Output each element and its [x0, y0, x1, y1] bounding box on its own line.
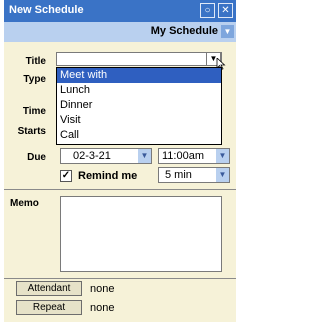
title-options-list: Meet with Lunch Dinner Visit Call [56, 67, 222, 145]
repeat-value: none [90, 302, 115, 314]
remind-label: Remind me [78, 170, 138, 182]
dropdown-option[interactable]: Lunch [57, 83, 221, 98]
dropdown-option[interactable]: Visit [57, 113, 221, 128]
due-label: Due [27, 152, 46, 163]
dropdown-option[interactable]: Dinner [57, 98, 221, 113]
divider [4, 189, 236, 190]
schedule-header: My Schedule ▼ [4, 22, 236, 42]
memo-textarea[interactable] [60, 196, 222, 272]
close-button[interactable]: ✕ [218, 3, 233, 18]
title-label: Title [25, 56, 46, 67]
window-title: New Schedule [9, 4, 84, 16]
dropdown-option[interactable]: Meet with [57, 68, 221, 83]
attendant-button[interactable]: Attendant [16, 281, 82, 296]
remind-dropdown-icon[interactable]: ▼ [216, 168, 229, 182]
dropdown-option[interactable]: Call [57, 128, 221, 143]
date-dropdown-icon[interactable]: ▼ [138, 149, 151, 163]
remind-checkbox[interactable]: ✓ [60, 170, 72, 182]
title-input[interactable] [56, 52, 222, 66]
time-dropdown-icon[interactable]: ▼ [216, 149, 229, 163]
schedule-selector[interactable]: My Schedule [151, 25, 218, 37]
time-label: Time [22, 106, 46, 117]
type-label: Type [23, 74, 46, 85]
chevron-down-icon[interactable]: ▼ [221, 25, 234, 38]
divider [4, 278, 236, 279]
starts-label: Starts [17, 126, 46, 137]
minimize-button[interactable]: ○ [200, 3, 215, 18]
memo-label: Memo [10, 198, 39, 209]
schedule-window: New Schedule ○ ✕ My Schedule ▼ Title Typ… [4, 0, 236, 322]
title-bar: New Schedule ○ ✕ [4, 0, 236, 22]
attendant-value: none [90, 283, 115, 295]
repeat-button[interactable]: Repeat [16, 300, 82, 315]
